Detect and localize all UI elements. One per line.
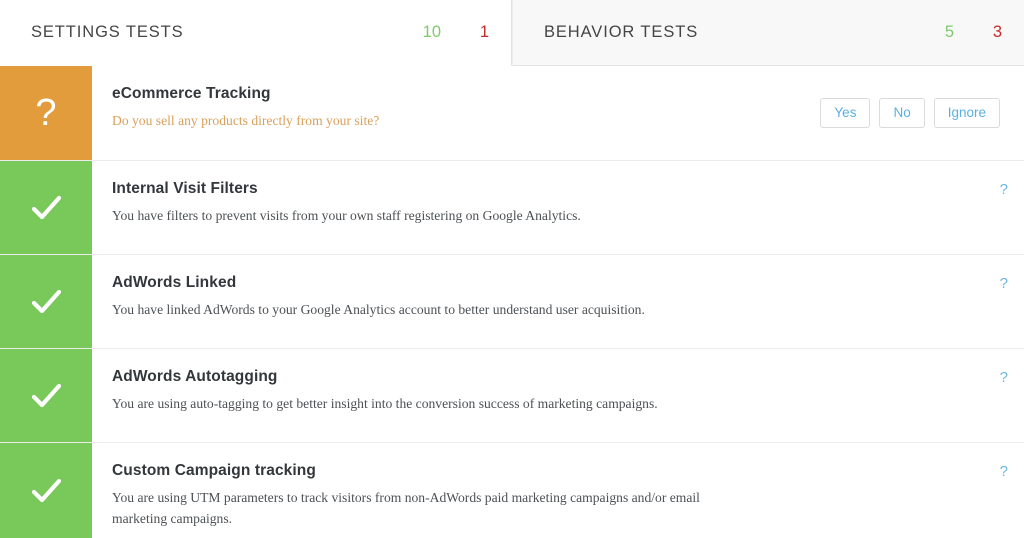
test-row-body: eCommerce Tracking Do you sell any produ… [92, 66, 810, 160]
tab-settings-tests-label: SETTINGS TESTS [31, 23, 184, 41]
test-title: AdWords Autotagging [112, 368, 278, 385]
status-indicator-question: ? [0, 66, 92, 160]
test-row: Internal Visit Filters You have filters … [0, 161, 1024, 255]
check-mark-icon [31, 195, 62, 219]
help-icon[interactable]: ? [1000, 275, 1008, 292]
analytics-test-panel: SETTINGS TESTS 10 1 BEHAVIOR TESTS 5 3 ?… [0, 0, 1024, 538]
test-row-body: Internal Visit Filters You have filters … [92, 161, 1024, 254]
test-row: AdWords Linked You have linked AdWords t… [0, 255, 1024, 349]
help-icon[interactable]: ? [1000, 369, 1008, 386]
tab-bar: SETTINGS TESTS 10 1 BEHAVIOR TESTS 5 3 [0, 0, 1024, 66]
help-icon[interactable]: ? [1000, 181, 1008, 198]
tab-settings-tests-fail-count: 1 [479, 23, 489, 41]
status-indicator-pass [0, 161, 92, 254]
test-title: Custom Campaign tracking [112, 462, 316, 479]
tab-settings-tests-pass-count: 10 [422, 23, 441, 41]
tab-behavior-tests[interactable]: BEHAVIOR TESTS 5 3 [512, 0, 1024, 66]
check-mark-icon [31, 289, 62, 313]
test-list: ? eCommerce Tracking Do you sell any pro… [0, 66, 1024, 538]
tab-behavior-tests-fail-count: 3 [992, 23, 1002, 41]
tab-behavior-tests-label: BEHAVIOR TESTS [544, 23, 699, 41]
test-description: You are using UTM parameters to track vi… [112, 490, 700, 527]
test-row-body: AdWords Autotagging You are using auto-t… [92, 349, 1024, 442]
test-description: Do you sell any products directly from y… [112, 113, 380, 128]
test-description: You have filters to prevent visits from … [112, 208, 581, 223]
test-row: Custom Campaign tracking You are using U… [0, 443, 1024, 538]
answer-yes-button[interactable]: Yes [820, 97, 871, 129]
test-row: AdWords Autotagging You are using auto-t… [0, 349, 1024, 443]
status-indicator-pass [0, 255, 92, 348]
test-title: AdWords Linked [112, 274, 237, 291]
check-mark-icon [31, 478, 62, 502]
test-description: You are using auto-tagging to get better… [112, 396, 658, 411]
status-indicator-pass [0, 349, 92, 442]
check-mark-icon [31, 383, 62, 407]
test-row-actions: Yes No Ignore [810, 66, 1024, 160]
status-indicator-pass [0, 443, 92, 538]
help-icon[interactable]: ? [1000, 463, 1008, 480]
tab-behavior-tests-pass-count: 5 [944, 23, 954, 41]
test-title: Internal Visit Filters [112, 180, 258, 197]
test-description: You have linked AdWords to your Google A… [112, 302, 645, 317]
test-row-body: Custom Campaign tracking You are using U… [92, 443, 1024, 538]
answer-no-button[interactable]: No [879, 97, 925, 129]
test-row-body: AdWords Linked You have linked AdWords t… [92, 255, 1024, 348]
question-mark-icon: ? [35, 92, 57, 134]
test-title: eCommerce Tracking [112, 85, 271, 102]
test-row: ? eCommerce Tracking Do you sell any pro… [0, 66, 1024, 161]
tab-settings-tests[interactable]: SETTINGS TESTS 10 1 [0, 0, 512, 66]
answer-ignore-button[interactable]: Ignore [933, 97, 1000, 129]
